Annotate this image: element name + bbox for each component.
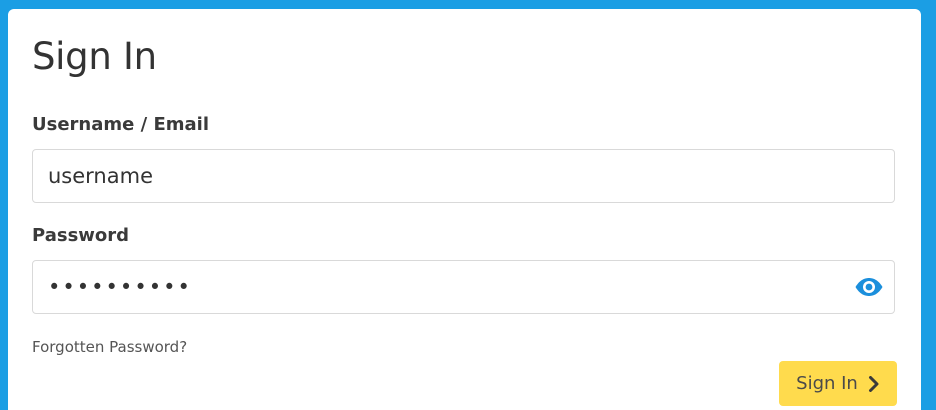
sign-in-button-label: Sign In xyxy=(796,373,858,394)
forgot-password-link[interactable]: Forgotten Password? xyxy=(32,338,187,356)
chevron-right-icon xyxy=(868,375,880,392)
username-input[interactable] xyxy=(32,149,895,203)
eye-icon[interactable] xyxy=(854,277,884,297)
username-label: Username / Email xyxy=(32,114,209,135)
password-input[interactable] xyxy=(32,260,895,314)
sign-in-card: Sign In Username / Email Password Forgot… xyxy=(8,9,921,410)
password-label: Password xyxy=(32,225,130,246)
page-title: Sign In xyxy=(32,35,157,78)
sign-in-button[interactable]: Sign In xyxy=(779,361,897,406)
